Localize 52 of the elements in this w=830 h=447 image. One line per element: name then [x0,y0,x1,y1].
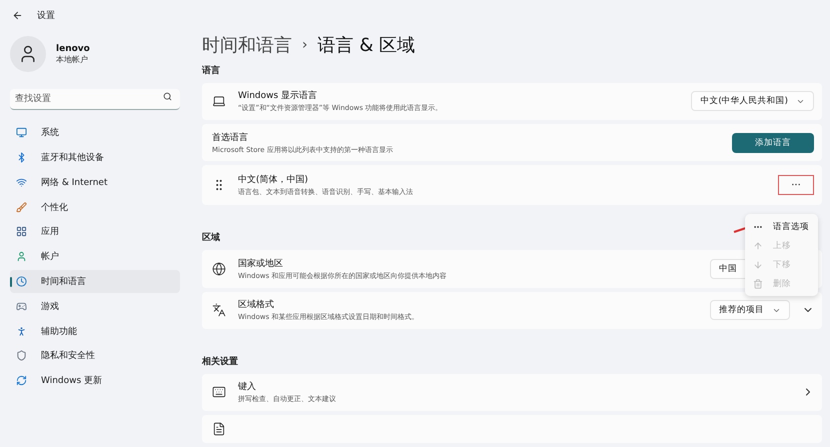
row-title: 首选语言 [212,132,249,144]
sidebar-item[interactable]: Windows 更新 [10,368,180,392]
sidebar-item[interactable]: 时间和语言 [10,270,180,294]
sidebar-item[interactable]: 辅助功能 [10,319,180,343]
add-language-button[interactable]: 添加语言 [732,132,814,153]
monitor-icon [16,127,27,138]
row-title: 键入 [238,380,257,394]
apps-icon [16,226,27,238]
row-title: Windows 显示语言 [238,90,318,102]
arrow-down-icon [753,260,763,270]
arrow-up-icon [753,240,763,250]
account-type: 本地帐户 [56,54,89,64]
clock-icon [16,276,27,288]
search-icon[interactable] [163,92,172,101]
section-title: 相关设置 [202,355,239,368]
sidebar-item[interactable]: 蓝牙和其他设备 [10,146,180,170]
wifi-icon [16,176,27,188]
monitor-icon [212,94,226,108]
window-title: 设置 [37,10,55,22]
breadcrumb-parent[interactable]: 时间和语言 [202,32,292,57]
sidebar-item[interactable]: 帐户 [10,244,180,268]
sidebar-item[interactable]: 隐私和安全性 [10,344,180,368]
avatar [10,36,46,72]
menu-item[interactable]: 语言选项 [745,217,818,236]
page-title: 语言 & 区域 [318,34,416,57]
back-icon[interactable] [12,10,23,20]
sidebar-item[interactable]: 个性化 [10,195,180,219]
row-title: 区域格式 [238,298,275,312]
section-title: 区域 [202,232,221,244]
person-icon [16,251,27,262]
dropdown[interactable]: 中文(中华人民共和国) [691,91,814,112]
sidebar-item[interactable]: 游戏 [10,294,180,318]
dropdown[interactable]: 推荐的项目 [710,300,790,320]
shield-icon [16,350,27,362]
keyboard-icon [212,385,226,400]
breadcrumb-separator: › [302,36,308,53]
section-title: 语言 [202,64,221,77]
search-field[interactable]: 查找设置 [10,89,180,110]
refresh-icon [16,375,27,386]
sidebar-item[interactable]: 系统 [10,121,180,144]
sidebar-item[interactable]: 应用 [10,220,180,244]
sidebar-item[interactable]: 网络 & Internet [10,170,180,194]
bluetooth-icon [16,152,27,164]
row-title: 国家或地区 [238,258,284,270]
globe-icon [212,262,226,276]
row-title: 中文(简体，中国) [238,174,310,186]
trash-icon [753,278,763,288]
brush-icon [16,202,27,213]
more-button[interactable]: ··· [778,175,814,196]
gamepad-icon [16,300,27,312]
account-name: lenovo [56,44,90,54]
accessibility-icon [16,326,27,337]
